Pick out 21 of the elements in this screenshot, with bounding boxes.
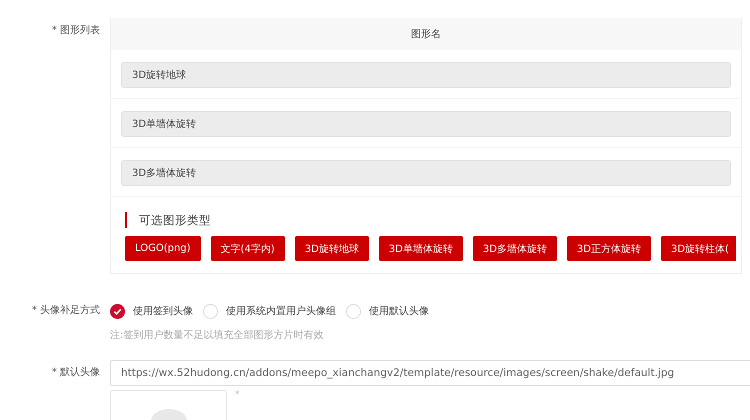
radio-option[interactable]: 使用签到头像 bbox=[110, 304, 193, 318]
shape-type-button[interactable]: LOGO(png) bbox=[125, 236, 201, 261]
field-label: * 头像补足方式 bbox=[30, 304, 101, 318]
field-label: * 默认头像 bbox=[50, 366, 101, 380]
shape-type-button[interactable]: 3D旋转柱体( bbox=[660, 236, 736, 261]
section-title: 可选图形类型 bbox=[125, 212, 211, 228]
shape-name-field[interactable]: 3D单墙体旋转 bbox=[121, 111, 731, 137]
shape-name-field[interactable]: 3D多墙体旋转 bbox=[121, 160, 731, 186]
radio-option[interactable]: 使用默认头像 bbox=[346, 304, 429, 318]
shape-type-button[interactable]: 3D单墙体旋转 bbox=[378, 236, 463, 261]
shape-type-button[interactable]: 文字(4字内) bbox=[210, 236, 285, 261]
shape-name-field[interactable]: 3D旋转地球 bbox=[121, 62, 731, 88]
shape-type-button[interactable]: 3D旋转地球 bbox=[294, 236, 369, 261]
hint-text: 注:签到用户数量不足以填充全部图形方片时有效 bbox=[110, 328, 324, 342]
column-header: 图形名 bbox=[411, 28, 441, 41]
shape-type-button[interactable]: 3D多墙体旋转 bbox=[472, 236, 557, 261]
url-field[interactable]: https://wx.52hudong.cn/addons/meepo_xianchangv2/template/resource/images/screen/shake/default.jpg bbox=[110, 360, 750, 386]
field-label: * 图形列表 bbox=[50, 24, 101, 38]
required-mark: * bbox=[235, 390, 240, 402]
radio-option[interactable]: 使用系统内置用户头像组 bbox=[203, 304, 336, 318]
shape-type-button[interactable]: 3D正方体旋转 bbox=[566, 236, 651, 261]
